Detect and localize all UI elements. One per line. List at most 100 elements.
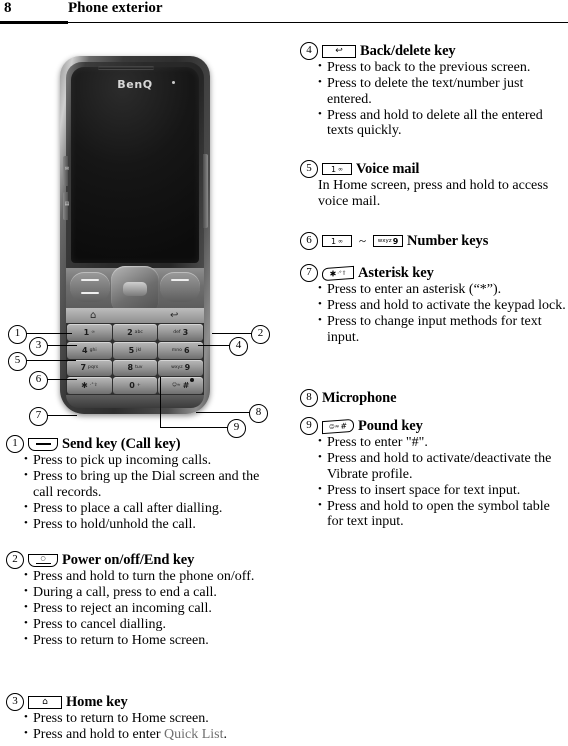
earpiece-icon — [98, 66, 154, 69]
bullet-list: Press to pick up incoming calls. Press t… — [6, 452, 282, 533]
entry-title: Number keys — [407, 232, 489, 249]
keypad-key-6[interactable]: mno 6 — [158, 341, 203, 359]
bullet-list: Press to back to the previous screen. Pr… — [300, 59, 568, 139]
keypad[interactable]: 1 ∞ 2 abc def 3 4 ghi 5 jkl mno 6 7 pqrs 8 tuv wxyz 9 ✱ ·°⇧… — [66, 323, 204, 395]
list-item: Press to hold/unhold the call. — [24, 516, 282, 533]
list-item: Press and hold to enter Quick List. — [24, 726, 282, 743]
right-column: 4 ↩ Back/delete key Press to back to the… — [300, 42, 568, 746]
dpad-navigation-key[interactable] — [111, 266, 159, 314]
bullet-list: Press and hold to turn the phone on/off.… — [6, 568, 282, 649]
side-button-right[interactable] — [203, 154, 208, 228]
entry-number: 4 — [300, 42, 318, 60]
entry-header: 9 ☺≈ # Pound key — [300, 417, 568, 435]
phone-screen — [71, 67, 199, 263]
entry-header: 8 Microphone — [300, 389, 568, 407]
brand-logo: BenQ — [117, 78, 153, 91]
entry-number: 3 — [6, 693, 24, 711]
entry-title: Power on/off/End key — [62, 551, 195, 568]
envelope-icon: ✉ — [64, 167, 70, 172]
list-item: Press to enter "#". — [318, 434, 568, 451]
callout-6: 6 — [29, 371, 48, 390]
callout-4: 4 — [229, 337, 248, 356]
leader-8 — [196, 412, 250, 413]
home-key-icon: ⌂ — [28, 695, 62, 709]
leader-6 — [47, 379, 77, 380]
send-key-icon — [28, 437, 58, 451]
phone-body: BenQ ✉ ▤ ⏻ ⌂ — [60, 56, 210, 414]
entry-power-end-key: 2 ○ Power on/off/End key Press and hold … — [6, 551, 282, 649]
send-key[interactable] — [70, 272, 110, 302]
quick-list-label: Quick List — [164, 727, 224, 742]
range-separator: ~ — [359, 233, 367, 248]
left-column: BenQ ✉ ▤ ⏻ ⌂ — [0, 30, 286, 746]
keypad-key-#[interactable]: ☺≈ # — [158, 377, 203, 394]
leader-5 — [26, 360, 76, 361]
keypad-key-9[interactable]: wxyz 9 — [158, 359, 203, 377]
header-rule-thin — [68, 22, 568, 24]
list-item: Press and hold to open the symbol table … — [318, 498, 568, 530]
keypad-key-1[interactable]: 1 ∞ — [67, 324, 112, 341]
entry-asterisk-key: 7 ✱·°⇧ Asterisk key Press to enter an as… — [300, 264, 568, 346]
microphone-icon — [190, 378, 194, 382]
leader-3 — [47, 345, 77, 346]
leader-9 — [160, 427, 228, 428]
list-item: Press to reject an incoming call. — [24, 600, 282, 617]
bullet-list: Press to enter "#". Press and hold to ac… — [300, 434, 568, 530]
list-item: Press to bring up the Dial screen and th… — [24, 468, 282, 500]
entry-header: 5 1 ∞ Voice mail — [300, 160, 568, 178]
list-item: Press and hold to delete all the entered… — [318, 107, 568, 139]
list-item: Press to insert space for text input. — [318, 482, 568, 499]
keypad-key-2[interactable]: 2 abc — [112, 324, 158, 341]
page-number: 8 — [4, 0, 12, 16]
entry-pound-key: 9 ☺≈# Pound key Press to enter "#". Pres… — [300, 417, 568, 530]
leader-7 — [47, 415, 77, 416]
list-item: Press to change input methods for text i… — [318, 313, 568, 345]
list-item: Press and hold to turn the phone on/off. — [24, 568, 282, 585]
keypad-key-3[interactable]: def 3 — [158, 324, 203, 341]
back-key-glyph-icon[interactable]: ↩ — [170, 310, 178, 321]
entry-number: 7 — [300, 264, 318, 282]
entry-title: Voice mail — [356, 160, 420, 177]
list-item: Press to cancel dialling. — [24, 616, 282, 633]
callout-3: 3 — [29, 337, 48, 356]
entry-paragraph: In Home screen, press and hold to access… — [318, 178, 549, 209]
page-header: 8 Phone exterior — [0, 0, 568, 26]
entry-title: Microphone — [322, 389, 397, 406]
keypad-key-0[interactable]: 0 + — [112, 377, 158, 394]
entry-number: 8 — [300, 389, 318, 407]
entry-header: 2 ○ Power on/off/End key — [6, 551, 282, 569]
list-item: Press and hold to activate the keypad lo… — [318, 297, 568, 314]
entry-title: Pound key — [358, 417, 423, 434]
entry-home-key: 3 ⌂ Home key Press to return to Home scr… — [6, 693, 282, 743]
phone-exterior-figure: BenQ ✉ ▤ ⏻ ⌂ — [0, 40, 286, 438]
list-item: Press to delete the text/number just ent… — [318, 75, 568, 107]
number-key-nine-icon: wxyz 9 — [373, 235, 404, 247]
entry-number: 1 — [6, 435, 24, 453]
entry-title: Send key (Call key) — [62, 435, 181, 452]
entry-header: 1 Send key (Call key) — [6, 435, 282, 453]
power-end-key[interactable]: ⏻ — [160, 272, 200, 302]
list-item: Press to enter an asterisk (“*”). — [318, 281, 568, 298]
list-item: Press to pick up incoming calls. — [24, 452, 282, 469]
entry-header: 6 1 ∞ ~ wxyz 9 Number keys — [300, 232, 568, 250]
power-end-key-icon: ○ — [28, 553, 58, 567]
entry-header: 7 ✱ ·°⇧ Asterisk key — [300, 264, 568, 282]
entry-header: 4 ↩ Back/delete key — [300, 42, 568, 60]
entry-send-key: 1 Send key (Call key) Press to pick up i… — [6, 435, 282, 533]
bullet-list: Press to return to Home screen. Press an… — [6, 710, 282, 743]
dpad-center-key[interactable] — [123, 282, 147, 296]
voice-mail-key-icon: 1 ∞ — [322, 163, 352, 175]
callout-7: 7 — [29, 407, 48, 426]
entry-header: 3 ⌂ Home key — [6, 693, 282, 711]
keypad-key-8[interactable]: 8 tuv — [112, 359, 158, 377]
callout-5: 5 — [8, 352, 27, 371]
keypad-key-5[interactable]: 5 jkl — [112, 341, 158, 359]
callout-1: 1 — [8, 325, 27, 344]
home-key-glyph-icon[interactable]: ⌂ — [90, 310, 96, 321]
header-rule-thick — [0, 21, 68, 24]
phone-bottom-edge — [66, 395, 204, 408]
callout-8: 8 — [249, 404, 268, 423]
keypad-key-7[interactable]: 7 pqrs — [67, 359, 112, 377]
entry-number: 2 — [6, 551, 24, 569]
entry-microphone: 8 Microphone — [300, 389, 568, 407]
